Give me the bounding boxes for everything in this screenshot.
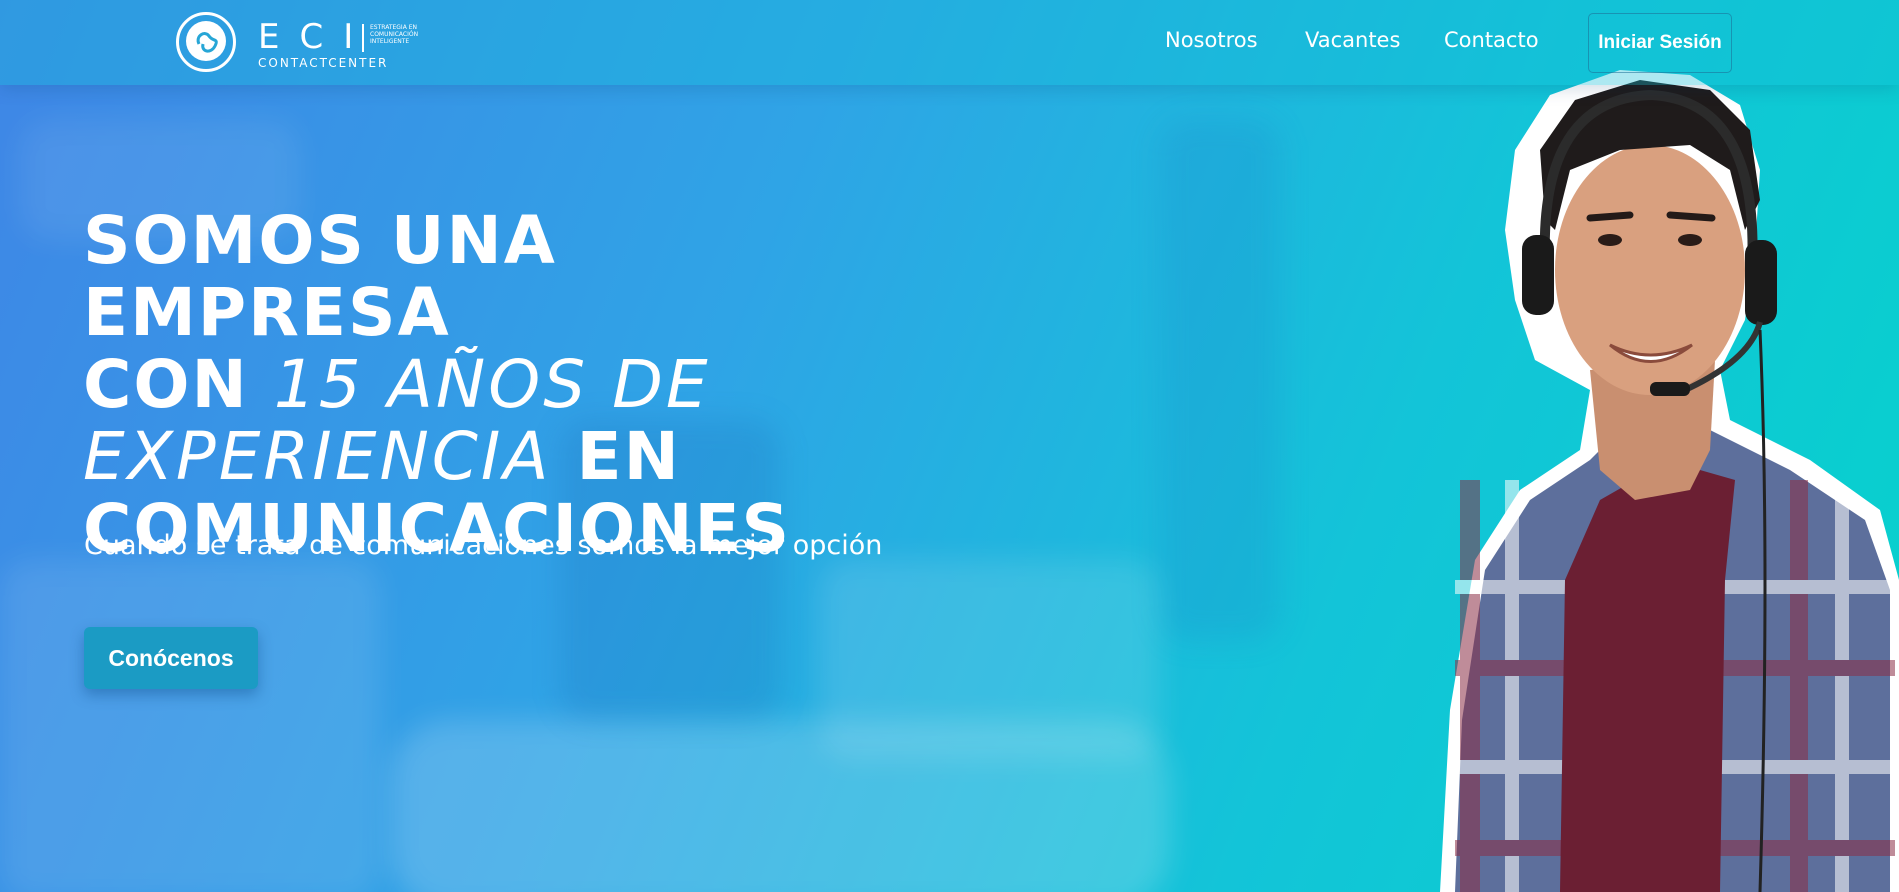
agent-photo xyxy=(1440,70,1899,892)
nav-link-vacantes[interactable]: Vacantes xyxy=(1305,28,1400,52)
headline-line-3b: EN xyxy=(551,418,681,495)
top-navbar: ECI ESTRATEGIA EN COMUNICACIÓN INTELIGEN… xyxy=(0,0,1899,85)
login-button[interactable]: Iniciar Sesión xyxy=(1588,13,1732,73)
background-blur-shape xyxy=(1160,120,1280,640)
background-blur-shape xyxy=(820,560,1160,760)
hero-subtitle: Cuando se trata de comunicaciones somos … xyxy=(84,530,883,561)
logo-subtitle: CONTACTCENTER xyxy=(258,56,389,70)
conocenos-button[interactable]: Conócenos xyxy=(84,627,258,689)
logo-letters: ECI xyxy=(258,17,374,57)
company-logo[interactable]: ECI ESTRATEGIA EN COMUNICACIÓN INTELIGEN… xyxy=(172,6,422,80)
logo-divider xyxy=(362,24,364,52)
headline-emphasis-2: EXPERIENCIA xyxy=(83,418,552,495)
nav-link-contacto[interactable]: Contacto xyxy=(1444,28,1539,52)
hero-headline: SOMOS UNA EMPRESA CON 15 AÑOS DE EXPERIE… xyxy=(83,205,903,565)
nav-link-nosotros[interactable]: Nosotros xyxy=(1165,28,1258,52)
background-blur-shape xyxy=(0,560,380,892)
logo-tagline: ESTRATEGIA EN COMUNICACIÓN INTELIGENTE xyxy=(370,24,419,45)
headline-line-2a: CON xyxy=(83,346,274,423)
logo-symbol-icon xyxy=(186,21,226,61)
headline-line-1: SOMOS UNA EMPRESA xyxy=(83,202,557,351)
headline-emphasis-1: 15 AÑOS DE xyxy=(273,346,711,423)
